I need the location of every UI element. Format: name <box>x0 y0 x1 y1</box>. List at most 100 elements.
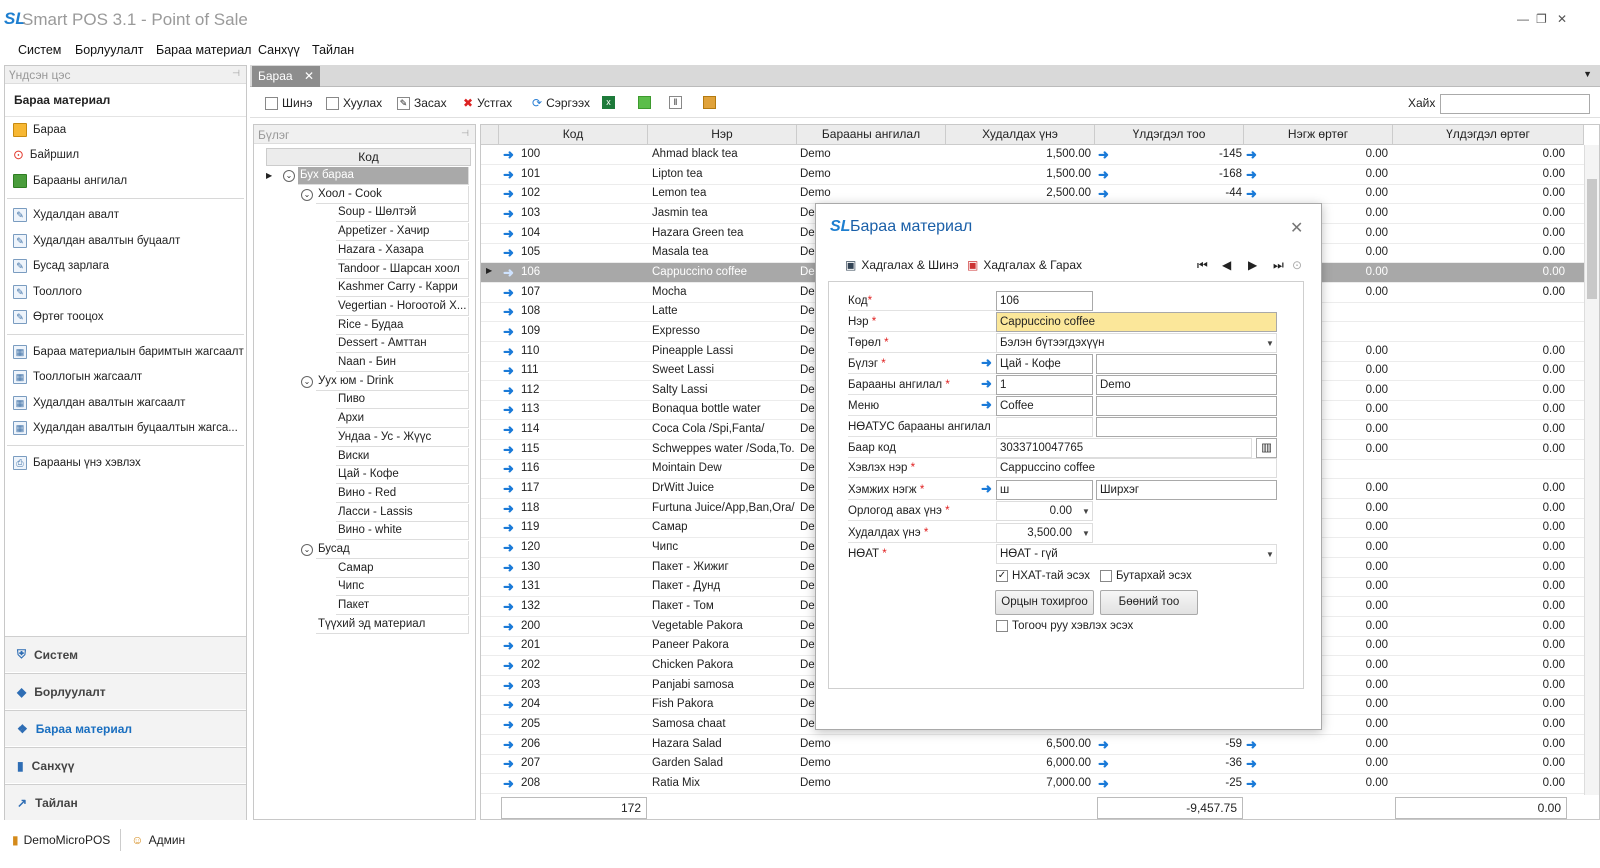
nav-item-other-expense[interactable]: ✎ Бусад зарлага <box>13 255 109 277</box>
tree-node[interactable]: Tandoor - Шарсан хоол <box>336 260 469 279</box>
table-row[interactable]: ➜ 102 Lemon tea Demo 2,500.00 ➜ -44 ➜ 0.00 0.00 <box>481 184 1584 205</box>
code-input[interactable]: 106 <box>996 291 1093 311</box>
menu-input[interactable]: Coffee <box>996 396 1093 416</box>
expand-toggle-icon[interactable]: ⌄ <box>301 188 313 201</box>
menu-inventory[interactable]: Бараа материал <box>156 43 251 57</box>
col-header-total-cost[interactable]: Үлдэгдэл өртөг <box>1393 125 1584 145</box>
table-row[interactable]: ➜ 208 Ratia Mix Demo 7,000.00 ➜ -25 ➜ 0.00 0.00 <box>481 774 1584 794</box>
expand-toggle-icon[interactable]: ⌄ <box>283 170 295 182</box>
dialog-close-button[interactable]: ✕ <box>1290 218 1303 238</box>
tree-node[interactable]: Түүхий эд материал <box>316 615 469 634</box>
tree-node[interactable]: Пакет <box>336 597 469 616</box>
table-row[interactable]: ➜ 206 Hazara Salad Demo 6,500.00 ➜ -59 ➜ 0.00 0.0… <box>481 735 1584 755</box>
lookup-arrow-icon[interactable]: ➜ <box>981 376 992 392</box>
pin-icon[interactable]: ⊣ <box>232 68 240 79</box>
tab-products[interactable]: Бараа ✕ <box>252 66 320 87</box>
nav-section-sales[interactable]: ◆ Борлуулалт <box>5 673 246 709</box>
dropdown-arrow-icon[interactable]: ▼ <box>1082 529 1090 538</box>
col-header-name[interactable]: Нэр <box>648 125 797 145</box>
nav-item-purchase-list[interactable]: ▦ Худалдан авалтын жагсаалт <box>13 392 185 414</box>
nav-item-price-print[interactable]: ⎙ Барааны үнэ хэвлэх <box>13 452 141 474</box>
tree-node[interactable]: Ундаа - Ус - Жүүс <box>336 428 469 447</box>
col-header-qty[interactable]: Үлдэгдэл тоо <box>1095 125 1244 145</box>
table-row[interactable]: ➜ 100 Ahmad black tea Demo 1,500.00 ➜ -145 ➜ 0.0… <box>481 145 1584 165</box>
menu-system[interactable]: Систем <box>18 43 61 57</box>
delete-button[interactable]: ✖ Устгах <box>463 96 512 110</box>
nav-section-inventory[interactable]: ❖ Бараа материал <box>5 710 246 746</box>
price-input[interactable]: 3,500.00 <box>996 523 1093 543</box>
tree-node[interactable]: Naan - Бин <box>336 354 469 372</box>
col-header-category[interactable]: Барааны ангилал <box>797 125 946 145</box>
expand-toggle-icon[interactable]: ⌄ <box>301 375 313 388</box>
excel-export-button[interactable]: x <box>602 96 615 109</box>
tree-node[interactable]: Уух юм - Drink <box>316 372 469 391</box>
nav-item-purchase-return[interactable]: ✎ Худалдан авалтын буцаалт <box>13 230 180 252</box>
tree-node[interactable]: Бух бараа <box>298 167 469 185</box>
tree-node[interactable]: Ласси - Lassis <box>336 503 469 522</box>
nav-item-category[interactable]: Барааны ангилал <box>13 170 127 192</box>
edit-button[interactable]: ✎ Засах <box>397 96 447 110</box>
nav-item-cost-calc[interactable]: ✎ Өртөг тооцох <box>13 306 104 328</box>
tree-node[interactable]: Vegertian - Ногоотой Х... <box>336 297 469 316</box>
save-exit-button[interactable]: ▣ Хадгалах & Гарах <box>967 258 1082 272</box>
tree-node[interactable]: Вино - Red <box>336 484 469 503</box>
close-window-button[interactable]: ✕ <box>1557 12 1567 26</box>
lookup-arrow-icon[interactable]: ➜ <box>981 397 992 413</box>
vertical-scrollbar[interactable] <box>1584 145 1599 795</box>
nav-item-location[interactable]: ⊙ Байршил <box>13 144 79 166</box>
refresh-button[interactable]: ⟳ Сэргээх <box>532 96 590 110</box>
dropdown-arrow-icon[interactable]: ▼ <box>1266 339 1274 348</box>
vat-category-input[interactable] <box>996 417 1093 437</box>
lookup-arrow-icon[interactable]: ➜ <box>981 481 992 497</box>
tree-node[interactable]: Hazara - Хазара <box>336 241 469 260</box>
lookup-arrow-icon[interactable]: ➜ <box>981 355 992 371</box>
unit-input[interactable]: ш <box>996 480 1093 500</box>
ingredients-button[interactable]: Орцын тохиргоо <box>995 590 1094 615</box>
col-header-code[interactable]: Код <box>499 125 648 145</box>
tree-node[interactable]: Soup - Шөлтэй <box>336 204 469 223</box>
tree-node[interactable]: Хоол - Cook <box>316 185 469 204</box>
save-new-button[interactable]: ▣ Хадгалах & Шинэ <box>845 258 959 272</box>
tree-node[interactable]: Вино - white <box>336 522 469 541</box>
col-header-unit-cost[interactable]: Нэгж өртөг <box>1244 125 1393 145</box>
category-code-input[interactable]: 1 <box>996 375 1093 395</box>
nav-item-stocktake-list[interactable]: ▦ Тооллогын жагсаалт <box>13 366 142 388</box>
table-row[interactable]: ➜ 207 Garden Salad Demo 6,000.00 ➜ -36 ➜ 0.00 0.0… <box>481 754 1584 775</box>
tree-node[interactable]: Пиво <box>336 391 469 410</box>
kitchen-print-checkbox[interactable]: Тогооч руу хэвлэх эсэх <box>996 620 1133 632</box>
tab-list-dropdown-icon[interactable]: ▼ <box>1583 69 1592 79</box>
nav-item-return-list[interactable]: ▦ Худалдан авалтын буцаалтын жагса... <box>13 417 238 439</box>
bulk-qty-button[interactable]: Бөөний тоо <box>1100 590 1198 615</box>
nav-item-doc-list[interactable]: ▦ Бараа материалын баримтын жагсаалт <box>13 341 244 363</box>
type-select[interactable]: Бэлэн бүтээгдэхүүн <box>996 333 1277 353</box>
expand-toggle-icon[interactable]: ⌄ <box>301 544 313 556</box>
col-header-price[interactable]: Худалдах үнэ <box>946 125 1095 145</box>
minimize-button[interactable]: — <box>1517 12 1529 26</box>
nav-item-products[interactable]: Бараа <box>13 119 66 141</box>
fractional-checkbox[interactable]: Бутархай эсэх <box>1100 570 1192 582</box>
copy-button[interactable]: Хуулах <box>326 96 382 110</box>
tree-node[interactable]: Dessert - Амттан <box>336 335 469 354</box>
nav-section-finance[interactable]: ▮ Санхүү <box>5 747 246 783</box>
search-input[interactable] <box>1440 94 1590 114</box>
print-button[interactable] <box>703 96 716 109</box>
name-input[interactable]: Cappuccino coffee <box>996 312 1277 332</box>
tree-node[interactable]: Rice - Будаа <box>336 316 469 335</box>
tree-node[interactable]: Чипс <box>336 578 469 597</box>
tree-node[interactable]: Цай - Кофе <box>336 466 469 485</box>
tree-node[interactable]: Виски <box>336 447 469 466</box>
prev-record-icon[interactable]: ◀ <box>1222 258 1231 272</box>
pin-icon[interactable]: ⊣ <box>461 128 469 139</box>
tree-column-header[interactable]: Код <box>266 148 471 166</box>
scrollbar-thumb[interactable] <box>1587 179 1597 299</box>
restore-button[interactable]: ❐ <box>1536 12 1547 26</box>
nav-item-stocktake[interactable]: ✎ Тооллого <box>13 281 82 303</box>
nav-section-reports[interactable]: ↗ Тайлан <box>5 784 246 820</box>
dropdown-arrow-icon[interactable]: ▼ <box>1082 507 1090 516</box>
barcode-input[interactable]: 3033710047765 <box>996 438 1252 458</box>
tree-node[interactable]: Бусад <box>316 541 469 559</box>
print-name-input[interactable]: Cappuccino coffee <box>996 458 1277 478</box>
barcode-button[interactable]: ‖ <box>669 96 682 109</box>
cost-input[interactable]: 0.00 <box>996 501 1093 521</box>
close-tab-icon[interactable]: ✕ <box>304 69 314 83</box>
